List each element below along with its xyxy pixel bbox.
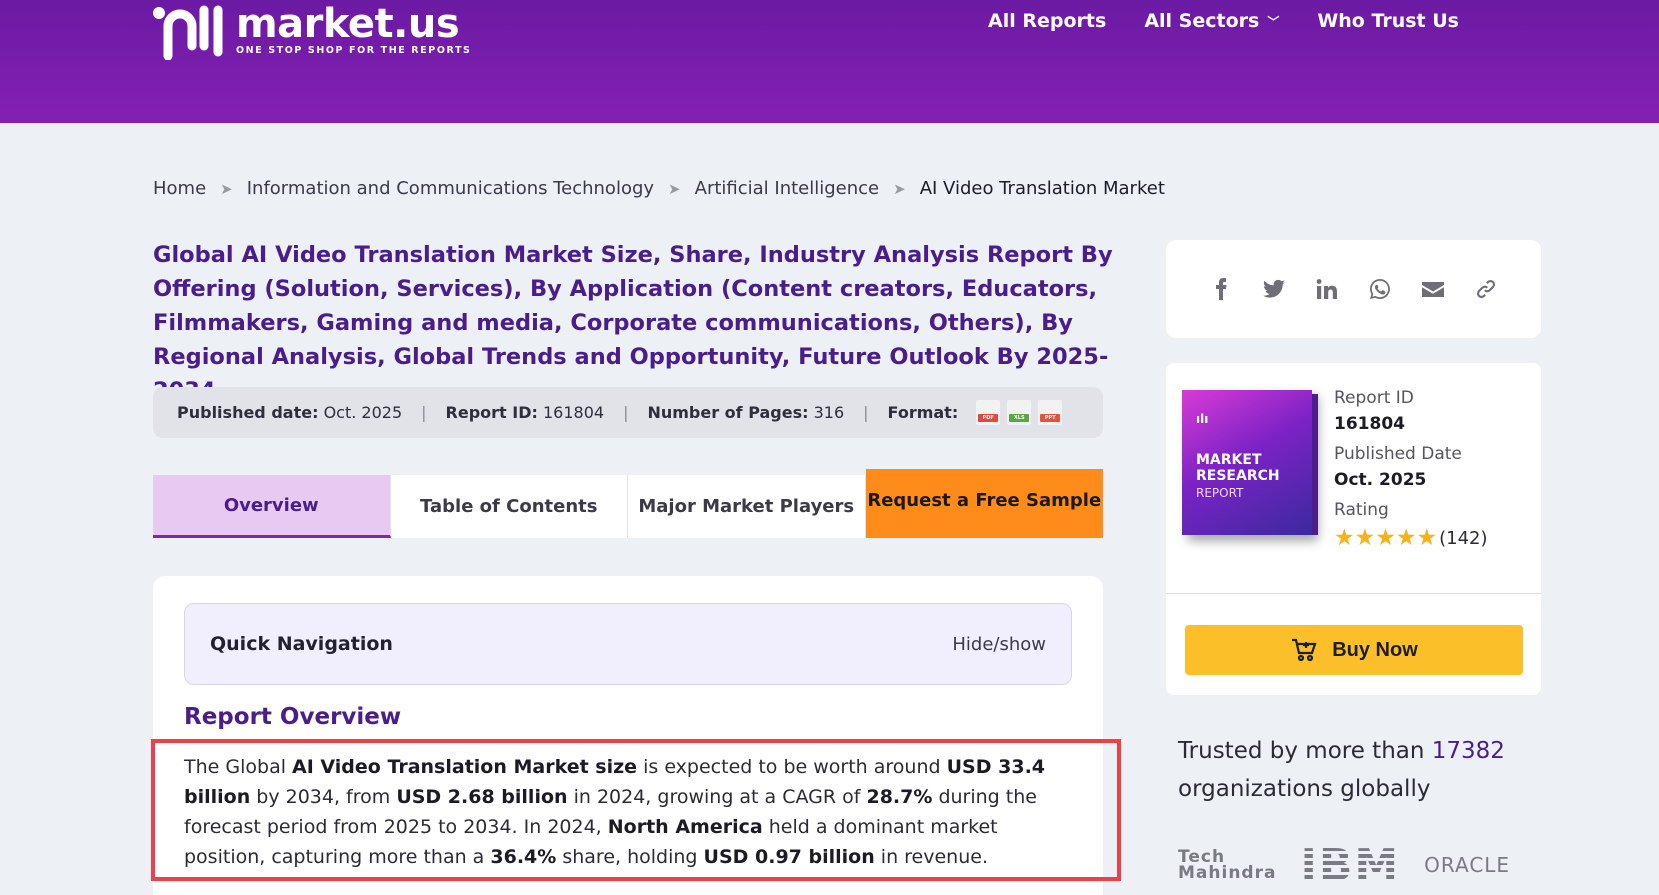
link-icon[interactable] [1474, 277, 1499, 302]
nav-label: All Reports [988, 10, 1107, 32]
rating-stars: ★ ★ ★ ★ ★ (142) [1334, 526, 1488, 550]
brand-tagline: ONE STOP SHOP FOR THE REPORTS [236, 45, 472, 56]
breadcrumb-separator-icon: ➤ [668, 179, 681, 198]
buy-now-button[interactable]: Buy Now [1185, 625, 1523, 675]
nav-all-sectors[interactable]: All Sectors ﹀ [1144, 10, 1279, 32]
star-icon: ★ [1375, 525, 1396, 551]
whatsapp-icon[interactable] [1368, 277, 1393, 302]
nav-label: Who Trust Us [1317, 10, 1459, 32]
nav-label: All Sectors [1144, 10, 1260, 32]
brand-logo[interactable]: market.us ONE STOP SHOP FOR THE REPORTS [152, 4, 472, 60]
number-of-pages: Number of Pages: 316 [647, 403, 845, 422]
book-spine [1312, 394, 1318, 535]
linkedin-icon[interactable] [1315, 277, 1340, 302]
report-id: Report ID: 161804 [445, 403, 605, 422]
breadcrumb-separator-icon: ➤ [220, 179, 233, 198]
star-icon: ★ [1416, 525, 1438, 551]
published-date: Published date: Oct. 2025 [177, 403, 403, 422]
quick-navigation[interactable]: Quick Navigation Hide/show [184, 603, 1072, 685]
tab-table-of-contents[interactable]: Table of Contents [391, 475, 628, 538]
breadcrumb-separator-icon: ➤ [893, 179, 906, 198]
report-id-label: Report ID [1334, 388, 1414, 408]
format-icons: PDF XLS PPT [976, 400, 1063, 425]
chevron-down-icon: ﹀ [1267, 14, 1280, 29]
nav-who-trust-us[interactable]: Who Trust Us [1317, 10, 1459, 32]
ppt-icon[interactable]: PPT [1038, 400, 1063, 425]
report-meta-column: Report ID 161804 Published Date Oct. 202… [1334, 388, 1488, 550]
nav-all-reports[interactable]: All Reports [988, 10, 1106, 32]
meta-divider: | [863, 403, 869, 422]
rating-label: Rating [1334, 500, 1389, 520]
report-title: Global AI Video Translation Market Size,… [153, 242, 1113, 404]
tech-mahindra-logo: Tech Mahindra [1178, 847, 1277, 883]
ibm-logo: IBM [1300, 839, 1401, 891]
breadcrumb-ai[interactable]: Artificial Intelligence [695, 178, 880, 199]
hide-show-toggle[interactable]: Hide/show [952, 634, 1046, 655]
breadcrumb-home[interactable]: Home [153, 178, 206, 199]
request-free-sample-button[interactable]: Request a Free Sample [865, 469, 1103, 538]
report-tabs: Overview Table of Contents Major Market … [153, 469, 1103, 538]
book-title: MARKET RESEARCH [1196, 452, 1280, 484]
oracle-logo: ORACLE [1424, 853, 1511, 877]
top-nav: All Reports All Sectors ﹀ Who Trust Us [988, 10, 1459, 32]
brand-name: market.us [236, 1, 460, 47]
share-bar [1166, 240, 1541, 338]
card-divider [1166, 593, 1541, 594]
report-id-value: 161804 [1334, 414, 1405, 434]
book-subtitle: REPORT [1196, 486, 1244, 500]
report-meta-bar: Published date: Oct. 2025 | Report ID: 1… [153, 387, 1103, 438]
market-us-logo-icon [153, 5, 223, 60]
breadcrumb-current: AI Video Translation Market [919, 178, 1165, 199]
twitter-icon[interactable] [1262, 277, 1287, 302]
buy-now-label: Buy Now [1332, 638, 1418, 661]
site-header: market.us ONE STOP SHOP FOR THE REPORTS … [0, 0, 1659, 123]
book-logo-icon: ılı [1196, 412, 1209, 426]
breadcrumb-ict[interactable]: Information and Communications Technolog… [247, 178, 654, 199]
report-info-card: ılı MARKET RESEARCH REPORT Report ID 161… [1166, 363, 1541, 695]
report-cover-image: ılı MARKET RESEARCH REPORT [1182, 390, 1318, 535]
star-icon: ★ [1354, 525, 1376, 551]
overview-panel: Quick Navigation Hide/show Report Overvi… [151, 576, 1121, 895]
cart-icon [1292, 638, 1317, 662]
published-date-value: Oct. 2025 [1334, 470, 1427, 490]
star-icon: ★ [1395, 525, 1417, 551]
meta-divider: | [623, 403, 629, 422]
organization-count: 17382 [1431, 738, 1505, 764]
facebook-icon[interactable] [1209, 277, 1234, 302]
published-date-label: Published Date [1334, 444, 1462, 464]
report-overview-text: The Global AI Video Translation Market s… [184, 756, 1046, 868]
client-logos: Tech Mahindra IBM ORACLE [1178, 839, 1528, 891]
meta-divider: | [421, 403, 427, 422]
tab-major-market-players[interactable]: Major Market Players [628, 475, 866, 538]
rating-count: (142) [1439, 527, 1488, 549]
email-icon[interactable] [1421, 277, 1446, 302]
report-overview-heading: Report Overview [184, 704, 402, 730]
format-label: Format: [887, 403, 959, 422]
xls-icon[interactable]: XLS [1007, 400, 1032, 425]
breadcrumb: Home ➤ Information and Communications Te… [153, 178, 1165, 199]
pdf-icon[interactable]: PDF [976, 400, 1001, 425]
star-icon: ★ [1334, 525, 1355, 551]
quick-navigation-title: Quick Navigation [210, 633, 393, 655]
tab-overview[interactable]: Overview [153, 475, 391, 538]
trusted-by-text: Trusted by more than 17382 organizations… [1178, 738, 1505, 802]
